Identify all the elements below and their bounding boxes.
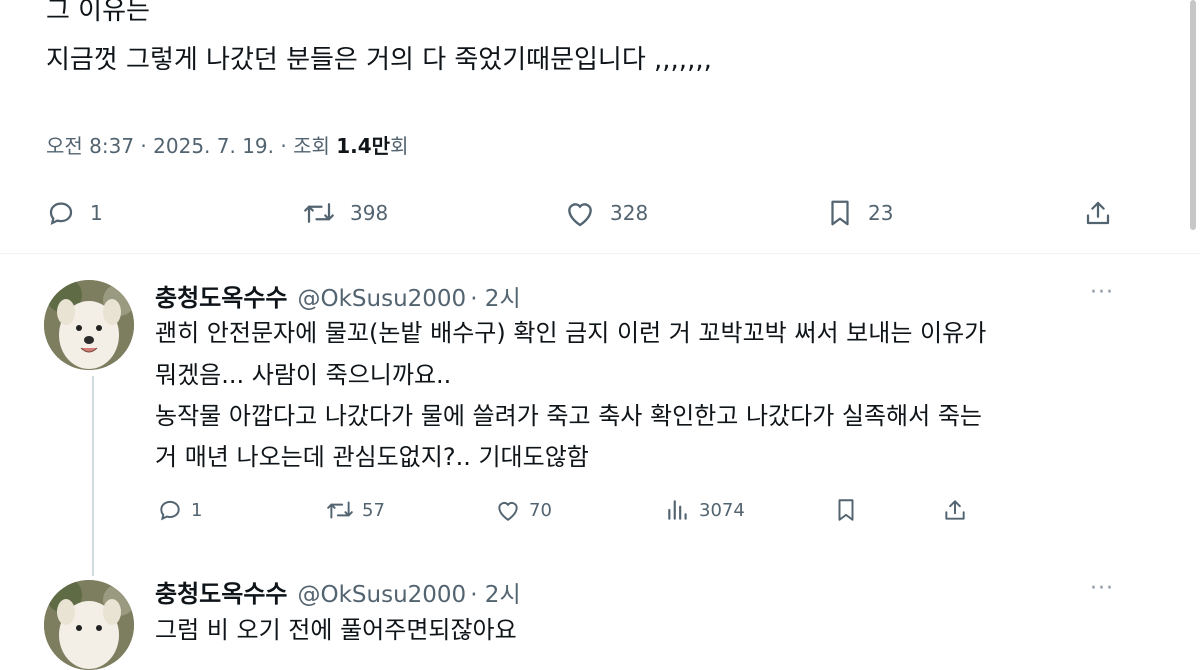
bookmark-icon (831, 200, 849, 226)
share-icon (945, 500, 965, 520)
reply-count: 1 (191, 499, 203, 521)
tweet-text-line-1: 그 이유는 (46, 0, 150, 26)
like-count: 70 (529, 499, 552, 521)
dog-avatar-image (44, 280, 134, 370)
bookmark-button[interactable]: 23 (826, 198, 893, 228)
retweet-button[interactable]: 398 (302, 198, 388, 228)
tweet-meta: 오전 8:37 · 2025. 7. 19. · 조회 1.4만회 (46, 130, 408, 159)
views-count: 3074 (699, 499, 745, 521)
bookmark-count: 23 (868, 201, 894, 225)
tweet-timestamp[interactable]: 오전 8:37 · 2025. 7. 19. · 조회 (46, 134, 336, 158)
more-options-icon[interactable]: ··· (1090, 280, 1114, 305)
retweet-icon (304, 203, 334, 223)
tweet-views-suffix: 회 (390, 134, 409, 158)
scrollbar[interactable] (1190, 0, 1196, 230)
share-button[interactable] (1082, 198, 1114, 228)
user-handle[interactable]: @OkSusu2000 (297, 286, 466, 312)
bookmark-button[interactable] (834, 497, 858, 523)
reply-button[interactable]: 1 (157, 497, 202, 523)
user-handle[interactable]: @OkSusu2000 (297, 582, 466, 608)
share-button[interactable] (942, 497, 968, 523)
tweet-text-line-2: 지금껏 그렇게 나갔던 분들은 거의 다 죽었기때문입니다 ,,,,,,, (46, 45, 712, 75)
like-button[interactable]: 328 (564, 198, 648, 228)
retweet-count: 57 (362, 499, 385, 521)
tweet-views-count: 1.4만 (336, 134, 391, 158)
reply-time[interactable]: · 2시 (470, 575, 520, 609)
reply-header: 충청도옥수수 @OkSusu2000 · 2시 (155, 278, 521, 313)
more-options-icon[interactable]: ··· (1090, 576, 1114, 601)
thread-line (92, 376, 94, 576)
analytics-icon (668, 500, 687, 520)
reply-header: 충청도옥수수 @OkSusu2000 · 2시 (155, 574, 521, 609)
heart-icon (498, 502, 518, 521)
divider (0, 253, 1200, 254)
reply-text-line: 그럼 비 오기 전에 풀어주면되잖아요 (155, 616, 517, 644)
share-icon (1086, 201, 1110, 225)
avatar[interactable] (44, 280, 134, 370)
reply-count: 1 (90, 201, 103, 225)
user-name[interactable]: 충청도옥수수 (155, 278, 287, 313)
like-button[interactable]: 70 (495, 497, 552, 523)
heart-icon (568, 203, 592, 227)
user-name[interactable]: 충청도옥수수 (155, 574, 287, 609)
views-button[interactable]: 3074 (665, 497, 745, 523)
reply-text-line: 뭐겠음... 사람이 죽으니까요.. (155, 361, 452, 389)
retweet-button[interactable]: 57 (326, 497, 385, 523)
reply-time[interactable]: · 2시 (470, 279, 520, 313)
like-count: 328 (610, 201, 649, 225)
reply-icon (49, 202, 73, 225)
reply-text-line: 농작물 아깝다고 나갔다가 물에 쓸려가 죽고 축사 확인한고 나갔다가 실족해… (155, 402, 983, 430)
retweet-count: 398 (350, 201, 389, 225)
bookmark-icon (838, 499, 854, 521)
reply-button[interactable]: 1 (46, 198, 103, 228)
reply-text-line: 괜히 안전문자에 물꼬(논밭 배수구) 확인 금지 이런 거 꼬박꼬박 써서 보… (155, 319, 987, 347)
reply-text-line: 거 매년 나오는데 관심도없지?.. 기대도않함 (155, 443, 589, 471)
retweet-icon (327, 501, 353, 519)
reply-icon (160, 500, 180, 521)
dog-avatar-image (44, 580, 134, 670)
avatar[interactable] (44, 580, 134, 670)
